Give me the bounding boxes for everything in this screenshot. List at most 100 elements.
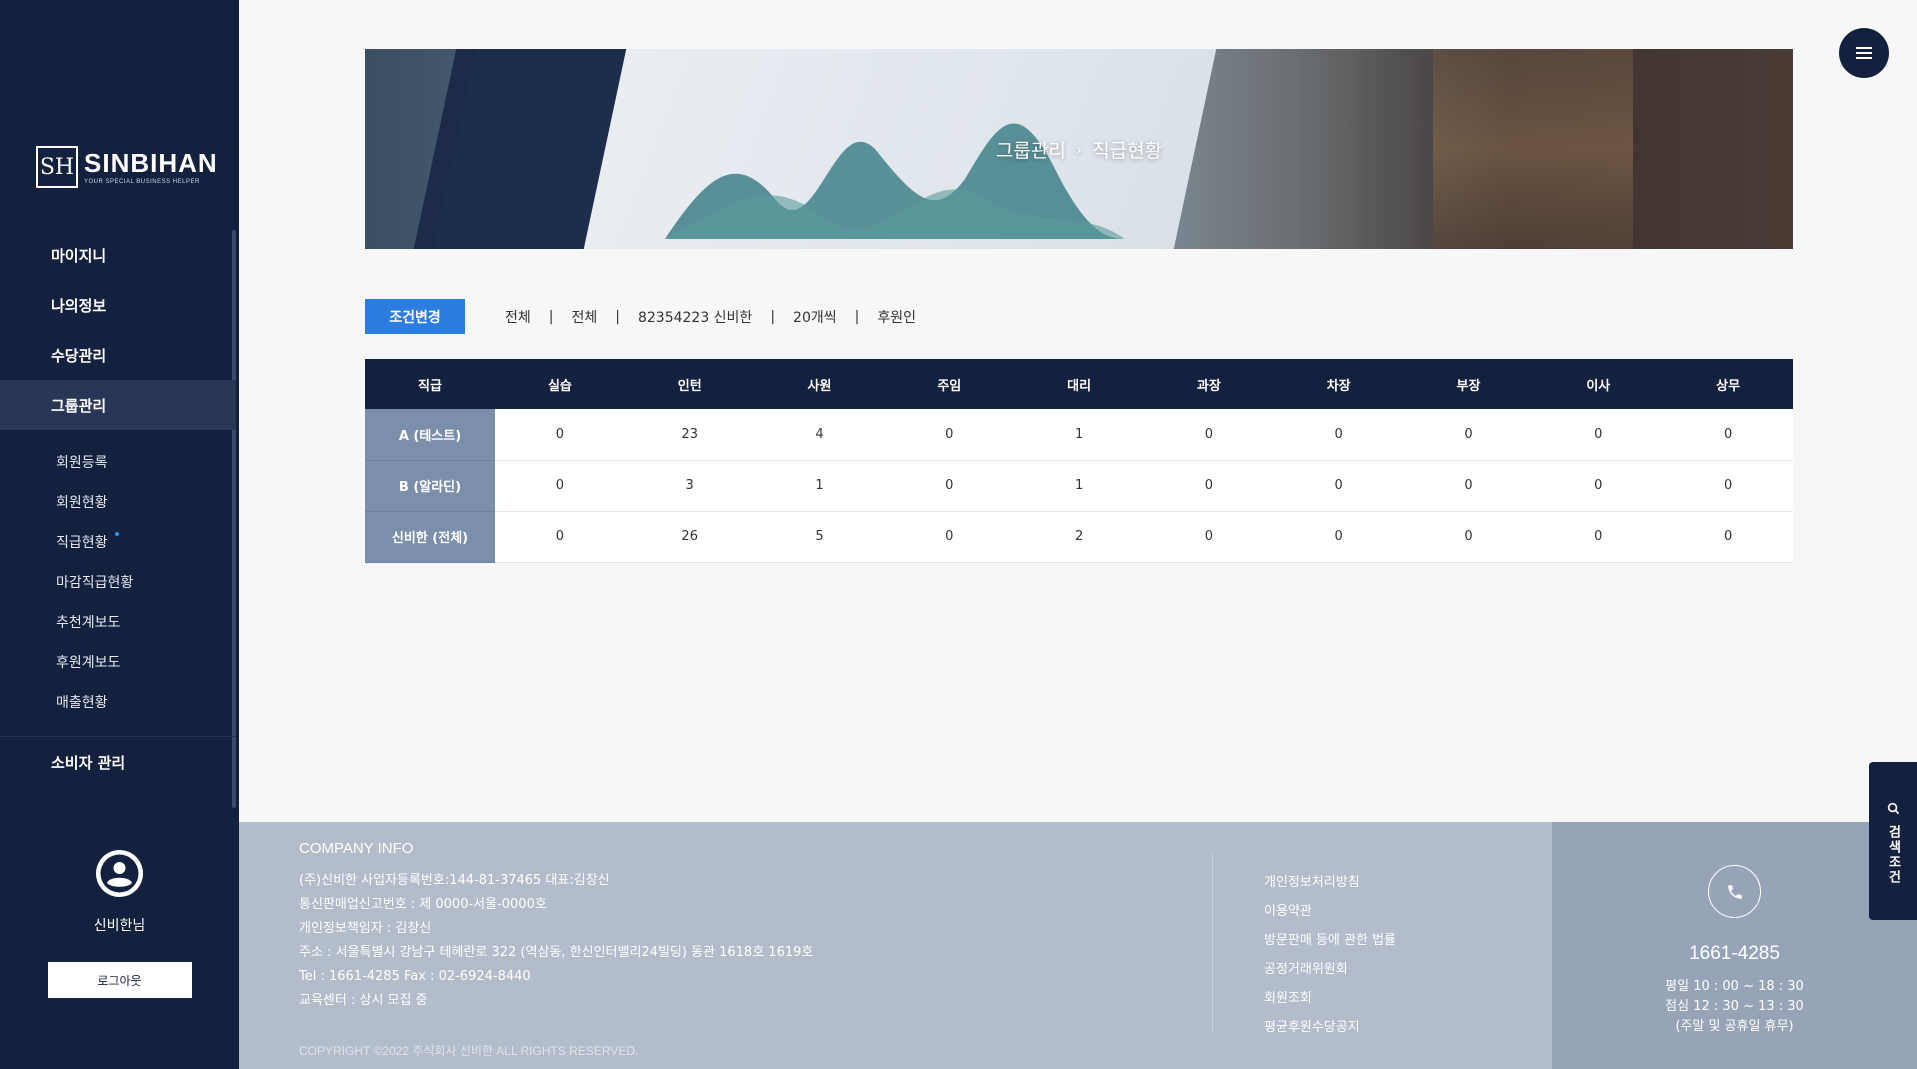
column-header: 사원 (754, 359, 885, 409)
sub-item-grade-status[interactable]: 직급현황 (0, 522, 236, 562)
cs-hours-weekday: 평일 10 : 00 ~ 18 : 30 (1665, 979, 1804, 994)
table-cell: 0 (495, 511, 625, 563)
row-label: A (테스트) (365, 409, 495, 461)
table-cell: 0 (1273, 511, 1404, 563)
table-cell: 0 (1143, 511, 1274, 563)
column-header: 주임 (884, 359, 1015, 409)
table-cell: 0 (495, 460, 625, 512)
company-info: COMPANY INFO (주)신비한 사업자등록번호:144-81-37465… (299, 840, 813, 1013)
table-cell: 0 (1663, 460, 1793, 512)
filter-separator: | (770, 308, 776, 325)
site-footer: COMPANY INFO (주)신비한 사업자등록번호:144-81-37465… (239, 822, 1917, 1069)
page-banner: 그룹관리 › 직급현황 (365, 49, 1793, 249)
brand-tagline: YOUR SPECIAL BUSINESS HELPER (84, 178, 200, 185)
nav-item-my-info[interactable]: 나의정보 (0, 280, 236, 330)
cs-phone-number: 1661-4285 (1689, 943, 1780, 964)
sub-item-grade-status-label: 직급현황 (56, 535, 108, 551)
sub-item-sales-status[interactable]: 매출현황 (0, 682, 236, 722)
table-cell: 1 (1014, 460, 1144, 512)
logout-button[interactable]: 로그아웃 (47, 962, 192, 998)
company-info-line: 개인정보책임자 : 김창신 (299, 921, 432, 936)
table-header-row: 직급 실습 인턴 사원 주임 대리 과장 차장 부장 이사 상무 (365, 359, 1793, 409)
filter-separator: | (548, 308, 554, 325)
nav-item-group[interactable]: 그룹관리 (0, 380, 236, 430)
footer-links: 개인정보처리방침 이용약관 방문판매 등에 관한 법률 공정거래위원회 회원조회… (1264, 868, 1396, 1042)
footer-link-door-to-door-law[interactable]: 방문판매 등에 관한 법률 (1264, 926, 1396, 955)
footer-link-terms[interactable]: 이용약관 (1264, 897, 1396, 926)
company-info-line: (주)신비한 사업자등록번호:144-81-37465 대표:김창신 (299, 873, 610, 888)
footer-link-member-lookup[interactable]: 회원조회 (1264, 984, 1396, 1013)
table-row: A (테스트) 0 23 4 0 1 0 0 0 0 0 (365, 409, 1793, 461)
cs-hours-holiday: (주말 및 공휴일 휴무) (1675, 1019, 1794, 1034)
company-info-title: COMPANY INFO (299, 840, 414, 857)
table-cell: 0 (1143, 409, 1274, 461)
table-cell: 0 (1403, 460, 1534, 512)
table-row: 신비한 (전체) 0 26 5 0 2 0 0 0 0 0 (365, 511, 1793, 563)
filter-separator: | (854, 308, 860, 325)
copyright: COPYRIGHT ©2022 주식회사 신비한 ALL RIGHTS RESE… (299, 1044, 639, 1058)
table-cell: 1 (1014, 409, 1144, 461)
customer-service: 1661-4285 평일 10 : 00 ~ 18 : 30 점심 12 : 3… (1552, 822, 1917, 1069)
filter-value: 82354223 신비한 (637, 309, 753, 326)
filter-value: 전체 (505, 309, 531, 326)
sidebar: SH SINBIHAN YOUR SPECIAL BUSINESS HELPER… (0, 0, 239, 1069)
brand-mark: SH (36, 146, 78, 188)
company-info-line: 교육센터 : 상시 모집 중 (299, 993, 428, 1008)
table-cell: 0 (884, 511, 1015, 563)
group-sub-nav: 회원등록 회원현황 직급현황 마감직급현황 추천계보도 후원계보도 매출현황 (0, 430, 236, 736)
filter-value: 전체 (571, 309, 598, 326)
company-info-line: 주소 : 서울특별시 강남구 테헤란로 322 (역삼동, 한신인터밸리24빌딩… (299, 945, 814, 960)
column-header: 과장 (1143, 359, 1274, 409)
user-circle-icon (96, 850, 143, 897)
company-info-line: 통신판매업신고번호 : 제 0000-서울-0000호 (299, 897, 547, 912)
footer-link-ftc[interactable]: 공정거래위원회 (1264, 955, 1396, 984)
column-header: 이사 (1533, 359, 1664, 409)
nav-item-myjini[interactable]: 마이지니 (0, 230, 236, 280)
column-header: 직급 (365, 359, 495, 409)
breadcrumb-separator: › (1075, 139, 1083, 159)
phone-icon (1708, 865, 1761, 918)
search-condition-tab[interactable]: 검색조건 (1869, 762, 1917, 920)
table-cell: 0 (1403, 409, 1534, 461)
brand-name: SINBIHAN (84, 147, 218, 178)
footer-link-avg-allowance[interactable]: 평균후원수당공지 (1264, 1013, 1396, 1042)
sub-item-member-register[interactable]: 회원등록 (0, 442, 236, 482)
table-cell: 2 (1014, 511, 1144, 563)
change-condition-button[interactable]: 조건변경 (365, 299, 465, 334)
search-icon (1887, 800, 1900, 819)
sub-item-referral-tree[interactable]: 추천계보도 (0, 602, 236, 642)
sub-item-sponsor-tree[interactable]: 후원계보도 (0, 642, 236, 682)
table-row: B (알라딘) 0 3 1 0 1 0 0 0 0 0 (365, 460, 1793, 512)
nav-item-consumer[interactable]: 소비자 관리 (0, 737, 236, 787)
table-cell: 0 (1663, 409, 1793, 461)
row-label: 신비한 (전체) (365, 511, 495, 563)
column-header: 대리 (1014, 359, 1144, 409)
table-cell: 0 (884, 409, 1015, 461)
cs-hours-lunch: 점심 12 : 30 ~ 13 : 30 (1665, 999, 1804, 1014)
sub-item-member-status[interactable]: 회원현황 (0, 482, 236, 522)
table-cell: 0 (1533, 460, 1664, 512)
table-cell: 1 (754, 460, 885, 512)
sub-item-closing-grade[interactable]: 마감직급현황 (0, 562, 236, 602)
filter-value: 후원인 (877, 309, 916, 326)
brand-logo[interactable]: SH SINBIHAN YOUR SPECIAL BUSINESS HELPER (36, 146, 218, 188)
filter-separator: | (615, 308, 620, 325)
main-nav: 마이지니 나의정보 수당관리 그룹관리 회원등록 회원현황 직급현황 마감직급현… (0, 230, 236, 787)
user-name: 신비한님 (93, 918, 146, 934)
table-cell: 0 (884, 460, 1015, 512)
company-info-line: Tel : 1661-4285 Fax : 02-6924-8440 (299, 969, 531, 984)
footer-link-privacy[interactable]: 개인정보처리방침 (1264, 868, 1396, 897)
breadcrumb-parent[interactable]: 그룹관리 (996, 136, 1066, 163)
table-cell: 26 (624, 511, 755, 563)
column-header: 차장 (1273, 359, 1404, 409)
footer-divider (1212, 854, 1213, 1032)
hamburger-icon[interactable] (1839, 28, 1889, 78)
filter-value: 20개씩 (793, 309, 837, 326)
table-cell: 0 (1273, 460, 1404, 512)
nav-item-allowance[interactable]: 수당관리 (0, 330, 236, 380)
table-cell: 0 (1663, 511, 1793, 563)
search-condition-label: 검색조건 (1885, 825, 1901, 885)
column-header: 상무 (1663, 359, 1793, 409)
breadcrumb-current: 직급현황 (1092, 139, 1163, 162)
user-profile: 신비한님 로그아웃 (0, 850, 239, 998)
